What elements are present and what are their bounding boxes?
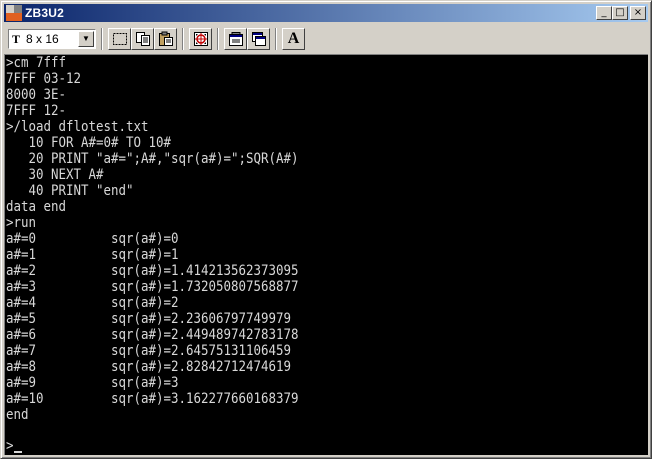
terminal-line: a#=2 sqr(a#)=1.414213562373095 [6,263,299,279]
terminal-output[interactable]: >cm 7fff 7FFF 03-12 8000 3E- 7FFF 12- >/load… [4,54,648,455]
terminal-line: >/load dflotest.txt [6,119,149,135]
target-button[interactable] [189,28,212,50]
terminal-line: a#=10 sqr(a#)=3.162277660168379 [6,391,299,407]
terminal-line: a#=8 sqr(a#)=2.82842712474619 [6,359,292,375]
target-icon [193,32,208,46]
title-bar[interactable]: ZB3U2 _ □ × [4,4,648,22]
terminal-line: 30 NEXT A# [6,167,104,183]
terminal-line: a#=0 sqr(a#)=0 [6,231,179,247]
terminal-line: a#=9 sqr(a#)=3 [6,375,179,391]
window-button[interactable] [247,28,270,50]
minimize-button[interactable]: _ [596,6,612,20]
terminal-line: a#=4 sqr(a#)=2 [6,295,179,311]
paste-button[interactable] [154,28,177,50]
properties-icon [228,32,243,46]
terminal-line: 40 PRINT "end" [6,183,134,199]
terminal-line: 7FFF 12- [6,103,67,119]
font-size-select[interactable]: T 8 x 16 ▼ [8,29,96,49]
chevron-down-icon[interactable]: ▼ [78,31,94,47]
terminal-line: a#=6 sqr(a#)=2.449489742783178 [6,327,299,343]
font-a-icon: A [287,30,300,47]
terminal-line: 8000 3E- [6,87,67,103]
terminal-lines: >cm 7fff 7FFF 03-12 8000 3E- 7FFF 12- >/load… [6,55,335,423]
terminal-line: >run [6,215,37,231]
font-size-value: 8 x 16 [26,32,59,46]
paste-icon [158,31,173,46]
terminal-line: 20 PRINT "a#=";A#,"sqr(a#)=";SQR(A#) [6,151,299,167]
copy-button[interactable] [131,28,154,50]
font-icon: T [12,31,21,46]
toolbar-separator [217,28,219,50]
toolbar-separator [182,28,184,50]
terminal-prompt: > [6,438,14,454]
text-cursor [14,451,22,453]
terminal-line: data end [6,199,67,215]
terminal-line: a#=3 sqr(a#)=1.732050807568877 [6,279,299,295]
copy-icon [135,32,150,46]
properties-button[interactable] [224,28,247,50]
window-icon [251,32,266,46]
terminal-line: a#=7 sqr(a#)=2.64575131106459 [6,343,292,359]
terminal-line: a#=1 sqr(a#)=1 [6,247,179,263]
close-button[interactable]: × [630,6,646,20]
app-icon[interactable] [6,5,22,21]
toolbar-separator [101,28,103,50]
terminal-line: 7FFF 03-12 [6,71,82,87]
toolbar-separator [275,28,277,50]
select-rect-icon [112,33,127,45]
font-a-button[interactable]: A [282,28,305,50]
terminal-line: end [6,407,29,423]
select-rect-button[interactable] [108,28,131,50]
terminal-line: a#=5 sqr(a#)=2.23606797749979 [6,311,292,327]
app-window: ZB3U2 _ □ × T 8 x 16 ▼ A >cm 7fff 7FFF 0… [0,0,652,459]
terminal-line: 10 FOR A#=0# TO 10# [6,135,172,151]
window-title: ZB3U2 [25,6,65,20]
terminal-line: >cm 7fff [6,55,67,71]
toolbar: T 8 x 16 ▼ A [4,25,648,53]
maximize-button[interactable]: □ [612,6,628,20]
